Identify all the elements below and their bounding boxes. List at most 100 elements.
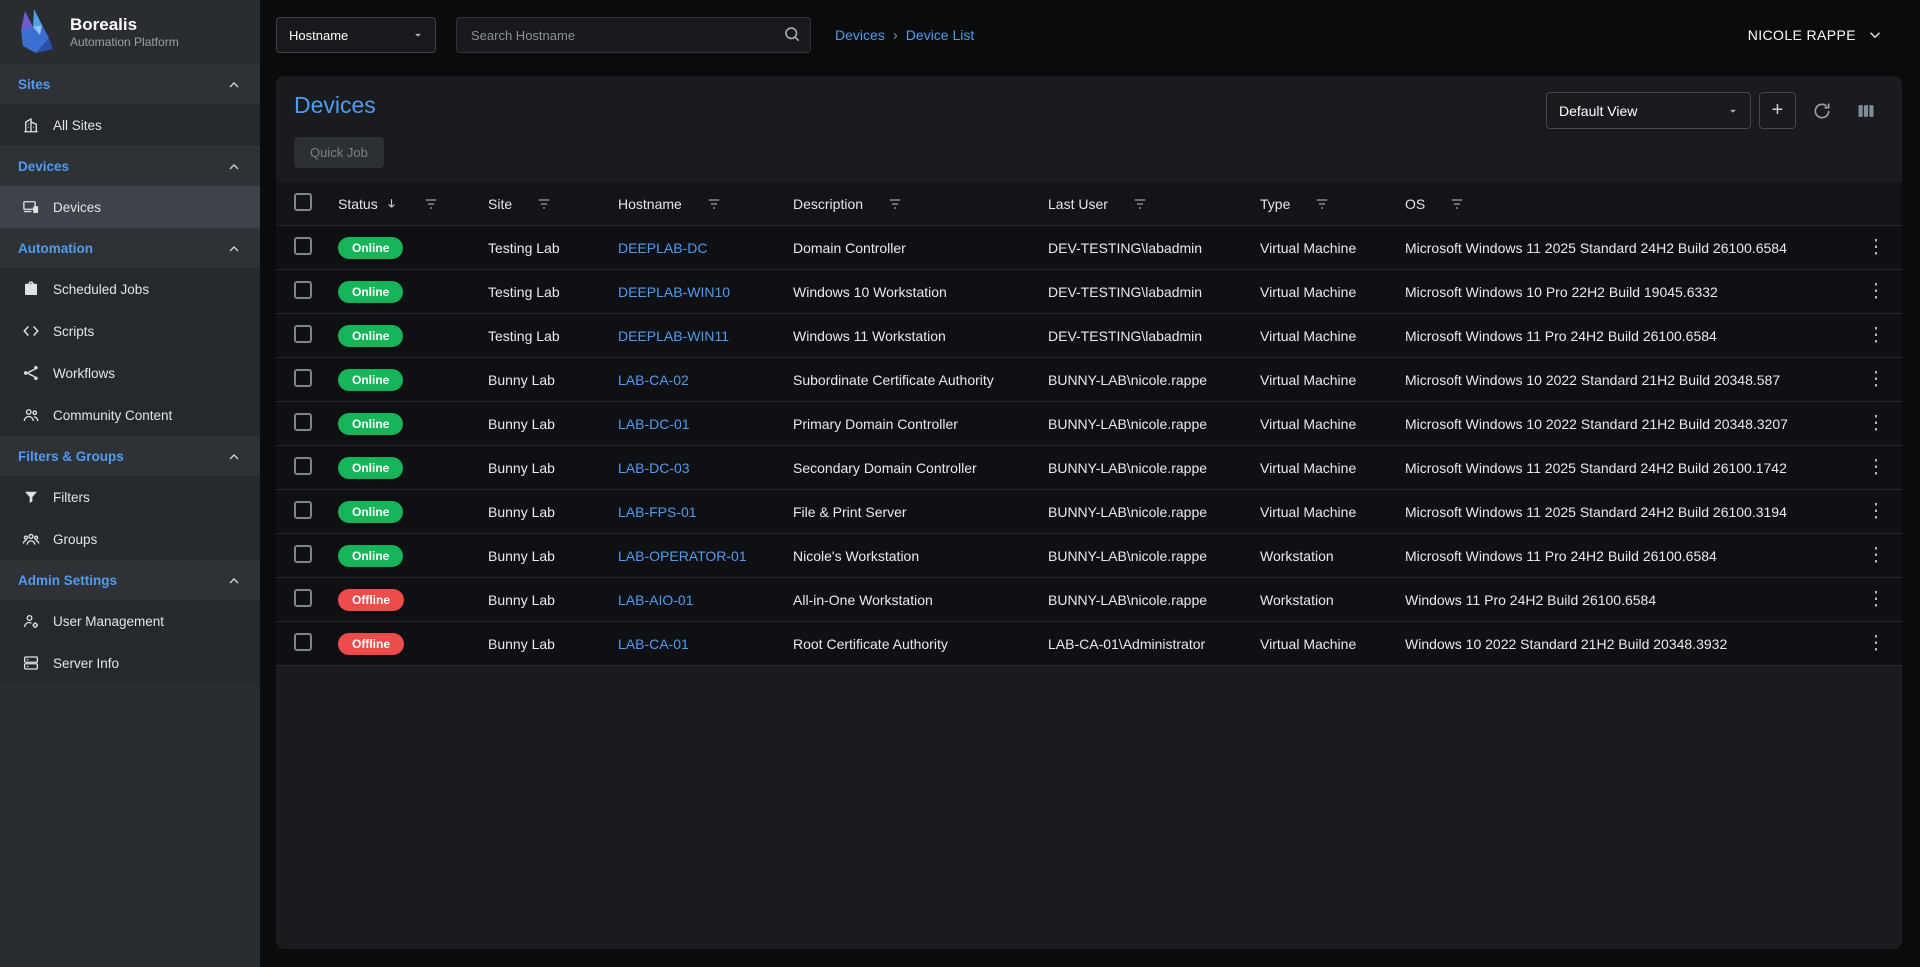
table-row[interactable]: Online Bunny Lab LAB-FPS-01 File & Print… <box>276 490 1902 534</box>
table-row[interactable]: Online Testing Lab DEEPLAB-DC Domain Con… <box>276 226 1902 270</box>
search-input[interactable] <box>456 17 811 53</box>
select-all-checkbox[interactable] <box>294 193 312 211</box>
row-menu-icon[interactable]: ⋮ <box>1867 370 1886 389</box>
hostname-link[interactable]: DEEPLAB-WIN10 <box>612 284 787 300</box>
sidebar-item-filters[interactable]: Filters <box>0 476 260 518</box>
row-menu-icon[interactable]: ⋮ <box>1867 326 1886 345</box>
filter-menu-icon[interactable] <box>1449 196 1465 212</box>
table-row[interactable]: Online Bunny Lab LAB-OPERATOR-01 Nicole'… <box>276 534 1902 578</box>
table-row[interactable]: Online Bunny Lab LAB-CA-02 Subordinate C… <box>276 358 1902 402</box>
refresh-button[interactable] <box>1804 93 1840 129</box>
row-checkbox[interactable] <box>294 545 312 563</box>
sort-desc-icon[interactable] <box>384 196 399 211</box>
row-checkbox[interactable] <box>294 589 312 607</box>
sidebar-section-admin-settings[interactable]: Admin Settings <box>0 560 260 600</box>
filter-menu-icon[interactable] <box>1314 196 1330 212</box>
status-badge: Online <box>338 413 403 435</box>
chevron-up-icon <box>226 241 242 257</box>
filter-menu-icon[interactable] <box>1132 196 1148 212</box>
sidebar-item-all-sites[interactable]: All Sites <box>0 104 260 146</box>
hostname-link[interactable]: DEEPLAB-DC <box>612 240 787 256</box>
description-cell: Secondary Domain Controller <box>787 460 1042 476</box>
row-menu-icon[interactable]: ⋮ <box>1867 590 1886 609</box>
hostname-link[interactable]: LAB-CA-01 <box>612 636 787 652</box>
column-header-site[interactable]: Site <box>482 196 612 212</box>
sidebar-item-server-info[interactable]: Server Info <box>0 642 260 684</box>
row-checkbox[interactable] <box>294 457 312 475</box>
type-cell: Virtual Machine <box>1254 284 1399 300</box>
hostname-link[interactable]: LAB-CA-02 <box>612 372 787 388</box>
search-field-select[interactable]: Hostname <box>276 17 436 53</box>
sidebar-item-workflows[interactable]: Workflows <box>0 352 260 394</box>
column-header-hostname[interactable]: Hostname <box>612 196 787 212</box>
filter-menu-icon[interactable] <box>887 196 903 212</box>
table-row[interactable]: Online Bunny Lab LAB-DC-03 Secondary Dom… <box>276 446 1902 490</box>
table-row[interactable]: Online Bunny Lab LAB-DC-01 Primary Domai… <box>276 402 1902 446</box>
borealis-logo-icon <box>12 8 60 56</box>
breadcrumb-device-list[interactable]: Device List <box>906 27 974 43</box>
row-checkbox[interactable] <box>294 325 312 343</box>
row-checkbox[interactable] <box>294 501 312 519</box>
column-header-last-user[interactable]: Last User <box>1042 196 1254 212</box>
row-checkbox[interactable] <box>294 281 312 299</box>
sidebar-item-user-management[interactable]: User Management <box>0 600 260 642</box>
column-header-description[interactable]: Description <box>787 196 1042 212</box>
sidebar-item-groups[interactable]: Groups <box>0 518 260 560</box>
view-select[interactable]: Default View <box>1546 92 1751 129</box>
os-cell: Microsoft Windows 11 Pro 24H2 Build 2610… <box>1399 328 1850 344</box>
site-cell: Bunny Lab <box>482 460 612 476</box>
row-menu-icon[interactable]: ⋮ <box>1867 546 1886 565</box>
table-row[interactable]: Online Testing Lab DEEPLAB-WIN10 Windows… <box>276 270 1902 314</box>
hostname-link[interactable]: LAB-AIO-01 <box>612 592 787 608</box>
topbar: Hostname Devices › Device List NICOLE RA… <box>260 0 1920 70</box>
sidebar-section-automation[interactable]: Automation <box>0 228 260 268</box>
filter-menu-icon[interactable] <box>536 196 552 212</box>
quick-job-button[interactable]: Quick Job <box>294 137 384 168</box>
sidebar-section-sites[interactable]: Sites <box>0 64 260 104</box>
sidebar-item-devices[interactable]: Devices <box>0 186 260 228</box>
table-row[interactable]: Online Testing Lab DEEPLAB-WIN11 Windows… <box>276 314 1902 358</box>
table-row[interactable]: Offline Bunny Lab LAB-CA-01 Root Certifi… <box>276 622 1902 666</box>
user-menu[interactable]: NICOLE RAPPE <box>1748 26 1884 44</box>
filter-menu-icon[interactable] <box>423 196 439 212</box>
table-header-row: Status Site <box>276 182 1902 226</box>
site-cell: Bunny Lab <box>482 504 612 520</box>
add-view-button[interactable]: + <box>1759 92 1796 129</box>
columns-button[interactable] <box>1848 93 1884 129</box>
item-label: User Management <box>53 614 164 629</box>
row-checkbox[interactable] <box>294 369 312 387</box>
breadcrumb: Devices › Device List <box>835 27 974 44</box>
briefcase-icon <box>22 280 40 298</box>
column-header-status[interactable]: Status <box>332 196 482 212</box>
sidebar-item-scheduled-jobs[interactable]: Scheduled Jobs <box>0 268 260 310</box>
filter-menu-icon[interactable] <box>706 196 722 212</box>
sidebar-item-community-content[interactable]: Community Content <box>0 394 260 436</box>
table-row[interactable]: Offline Bunny Lab LAB-AIO-01 All-in-One … <box>276 578 1902 622</box>
sidebar-item-scripts[interactable]: Scripts <box>0 310 260 352</box>
sidebar-section-filters-groups[interactable]: Filters & Groups <box>0 436 260 476</box>
devices-icon <box>22 198 40 216</box>
brand-header: Borealis Automation Platform <box>0 0 260 64</box>
hostname-link[interactable]: LAB-DC-01 <box>612 416 787 432</box>
sidebar-section-devices[interactable]: Devices <box>0 146 260 186</box>
row-menu-icon[interactable]: ⋮ <box>1867 458 1886 477</box>
row-menu-icon[interactable]: ⋮ <box>1867 634 1886 653</box>
row-checkbox[interactable] <box>294 237 312 255</box>
hostname-link[interactable]: LAB-DC-03 <box>612 460 787 476</box>
chevron-down-icon <box>411 28 425 42</box>
row-checkbox[interactable] <box>294 413 312 431</box>
row-menu-icon[interactable]: ⋮ <box>1867 414 1886 433</box>
hostname-link[interactable]: LAB-OPERATOR-01 <box>612 548 787 564</box>
description-cell: Windows 10 Workstation <box>787 284 1042 300</box>
hostname-link[interactable]: DEEPLAB-WIN11 <box>612 328 787 344</box>
hostname-link[interactable]: LAB-FPS-01 <box>612 504 787 520</box>
code-icon <box>22 322 40 340</box>
column-header-type[interactable]: Type <box>1254 196 1399 212</box>
row-menu-icon[interactable]: ⋮ <box>1867 502 1886 521</box>
last-user-cell: BUNNY-LAB\nicole.rappe <box>1042 416 1254 432</box>
row-menu-icon[interactable]: ⋮ <box>1867 238 1886 257</box>
column-header-os[interactable]: OS <box>1399 196 1850 212</box>
breadcrumb-devices[interactable]: Devices <box>835 27 885 43</box>
row-menu-icon[interactable]: ⋮ <box>1867 282 1886 301</box>
row-checkbox[interactable] <box>294 633 312 651</box>
